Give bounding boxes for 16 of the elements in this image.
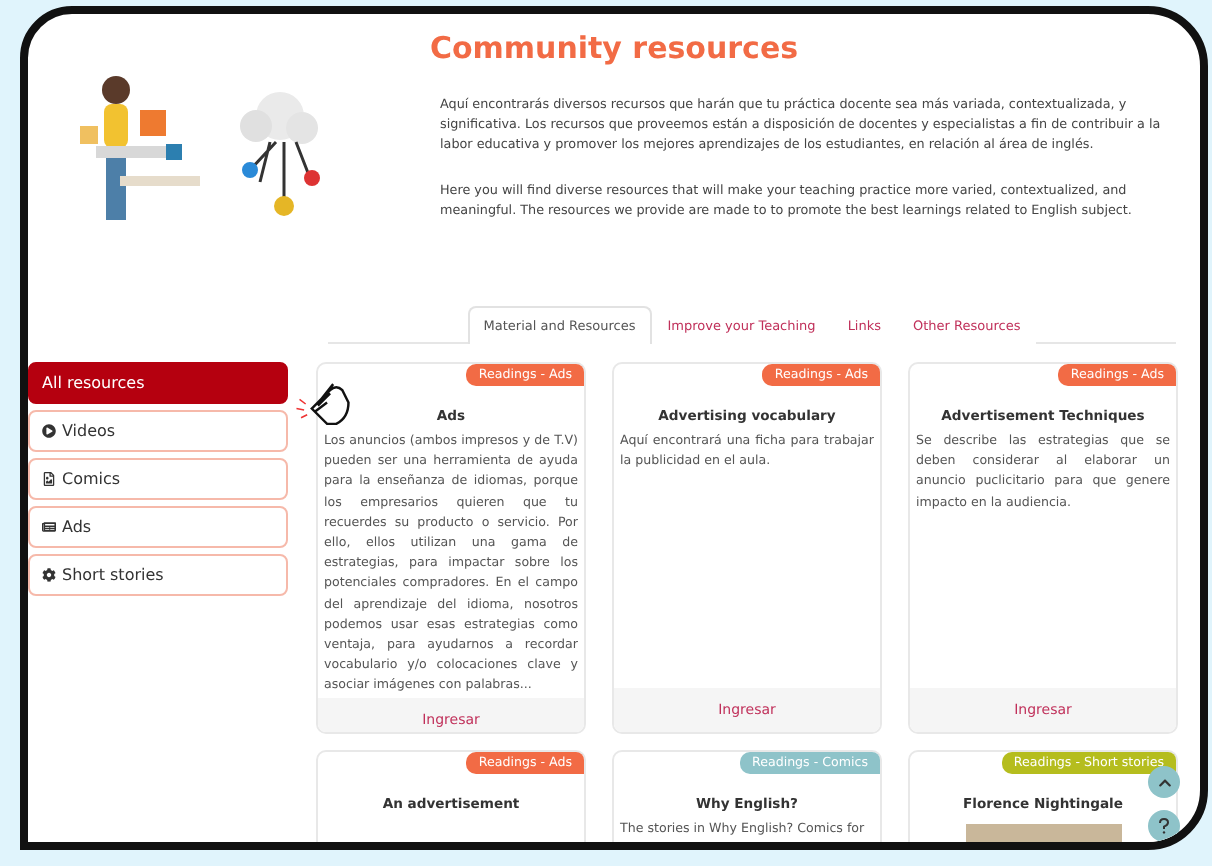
gear-icon — [42, 568, 56, 582]
sidebar-item[interactable]: Short stories — [28, 554, 288, 596]
sidebar-item[interactable]: All resources — [28, 362, 288, 404]
sidebar-label: Comics — [62, 470, 121, 488]
sidebar-label: Ads — [62, 518, 92, 536]
sidebar-label: Videos — [62, 422, 116, 440]
sidebar-label: All resources — [42, 374, 145, 392]
sidebar-item[interactable]: Videos — [28, 410, 288, 452]
question-mark-icon — [1158, 818, 1170, 834]
chevron-up-icon — [1157, 775, 1171, 789]
newspaper-icon — [42, 520, 56, 534]
sidebar-label: Short stories — [62, 566, 164, 584]
sidebar-item[interactable]: Comics — [28, 458, 288, 500]
page-title: Community resources — [427, 30, 801, 66]
sidebar-item[interactable]: Ads — [28, 506, 288, 548]
file-icon — [42, 472, 56, 486]
